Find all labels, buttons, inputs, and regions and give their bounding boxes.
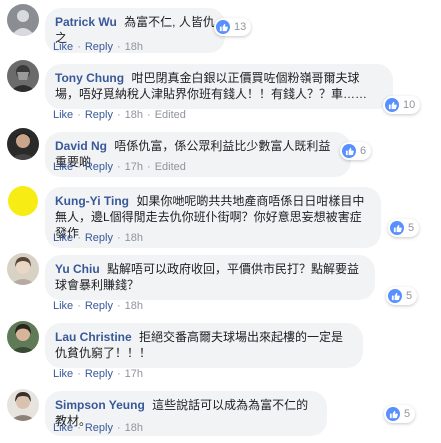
comment-item: David Ng 唔係仇富，係公眾利益比少數富人既利益重要啲 6 Like · Re… (0, 124, 441, 179)
reaction-number: 10 (403, 99, 416, 111)
avatar[interactable] (7, 4, 39, 36)
avatar[interactable] (7, 185, 39, 217)
timestamp[interactable]: 17h (125, 368, 143, 380)
comment-list: Patrick Wu 為富不仁, 人皆仇之 13 Like · Reply · 18h … (0, 0, 441, 443)
separator-dot: · (147, 109, 151, 121)
comment-item: Lau Christine 拒絕交番高爾夫球場出來起樓的一定是仇貧仇窮了！！！ … (0, 315, 441, 383)
separator-dot: · (116, 161, 121, 173)
comment-actions: Like · Reply · 18h (53, 421, 143, 435)
thumbs-up-icon (386, 407, 400, 421)
timestamp[interactable]: 18h (125, 422, 143, 434)
like-button[interactable]: Like (53, 422, 73, 434)
comment-author[interactable]: Patrick Wu (55, 15, 117, 29)
timestamp[interactable]: 18h (125, 41, 143, 53)
separator-dot: · (77, 300, 81, 312)
timestamp[interactable]: 18h (125, 109, 143, 121)
timestamp[interactable]: 18h (125, 300, 143, 312)
separator-dot: · (77, 368, 81, 380)
reply-button[interactable]: Reply (85, 41, 113, 53)
reaction-count[interactable]: 10 (383, 96, 421, 114)
comment-bubble: Lau Christine 拒絕交番高爾夫球場出來起樓的一定是仇貧仇窮了！！！ (45, 323, 363, 368)
comment-actions: Like · Reply · 18h (53, 231, 143, 245)
reaction-number: 5 (406, 290, 413, 302)
reaction-number: 13 (234, 21, 247, 33)
thumbs-up-icon (390, 221, 404, 235)
thumbs-up-icon (388, 289, 402, 303)
edited-label[interactable]: Edited (155, 161, 186, 173)
comment-item: Tony Chung 咁巴閉真金白銀以正價買咗個粉嶺哥爾夫球場，唔好覓納稅人津貼… (0, 56, 441, 124)
separator-dot: · (77, 232, 81, 244)
like-button[interactable]: Like (53, 368, 73, 380)
edited-label[interactable]: Edited (155, 109, 186, 121)
comment-text: 點解唔可以政府收回，平價供市民打？點解要益球會暴利賺錢？ (55, 262, 360, 292)
thumbs-up-icon (216, 20, 230, 34)
timestamp[interactable]: 18h (125, 232, 143, 244)
reaction-number: 6 (360, 145, 367, 157)
comment-actions: Like · Reply · 18h · Edited (53, 108, 186, 122)
reaction-count[interactable]: 5 (384, 405, 416, 423)
separator-dot: · (77, 41, 81, 53)
separator-dot: · (116, 422, 121, 434)
comment-author[interactable]: Kung-Yi Ting (55, 194, 129, 208)
like-button[interactable]: Like (53, 161, 73, 173)
like-button[interactable]: Like (53, 109, 73, 121)
reply-button[interactable]: Reply (85, 109, 113, 121)
comment-author[interactable]: David Ng (55, 139, 107, 153)
like-button[interactable]: Like (53, 232, 73, 244)
thumbs-up-icon (385, 98, 399, 112)
separator-dot: · (116, 300, 121, 312)
reply-button[interactable]: Reply (85, 368, 113, 380)
reply-button[interactable]: Reply (85, 232, 113, 244)
reaction-count[interactable]: 13 (214, 18, 252, 36)
comment-item: Yu Chiu 點解唔可以政府收回，平價供市民打？點解要益球會暴利賺錢？ 5 L… (0, 247, 441, 315)
comment-actions: Like · Reply · 18h (53, 40, 143, 54)
comment-item: Kung-Yi Ting 如果你哋呢啲共共地產商唔係日日咁樣目中無人，邊L個得閒… (0, 179, 441, 248)
separator-dot: · (116, 109, 121, 121)
like-button[interactable]: Like (53, 41, 73, 53)
comment-item: Patrick Wu 為富不仁, 人皆仇之 13 Like · Reply · 18h (0, 0, 441, 56)
comment-author[interactable]: Yu Chiu (55, 262, 100, 276)
separator-dot: · (147, 161, 151, 173)
separator-dot: · (77, 422, 81, 434)
reply-button[interactable]: Reply (85, 422, 113, 434)
comment-author[interactable]: Lau Christine (55, 330, 132, 344)
comment-actions: Like · Reply · 17h · Edited (53, 160, 186, 174)
timestamp[interactable]: 17h (125, 161, 143, 173)
avatar[interactable] (7, 389, 39, 421)
avatar[interactable] (7, 128, 39, 160)
reaction-count[interactable]: 6 (340, 142, 372, 160)
avatar[interactable] (7, 321, 39, 353)
reaction-count[interactable]: 5 (386, 287, 418, 305)
avatar[interactable] (7, 60, 39, 92)
reaction-number: 5 (404, 408, 411, 420)
reaction-number: 5 (408, 222, 415, 234)
comment-author[interactable]: Tony Chung (55, 71, 124, 85)
separator-dot: · (116, 41, 121, 53)
thumbs-up-icon (342, 144, 356, 158)
separator-dot: · (77, 161, 81, 173)
like-button[interactable]: Like (53, 300, 73, 312)
separator-dot: · (116, 368, 121, 380)
comment-item: Simpson Yeung 這些說話可以成為為富不仁的教材。 5 Like · Re… (0, 383, 441, 443)
comment-actions: Like · Reply · 18h (53, 299, 143, 313)
comment-actions: Like · Reply · 17h (53, 367, 143, 381)
reply-button[interactable]: Reply (85, 300, 113, 312)
comment-author[interactable]: Simpson Yeung (55, 398, 145, 412)
separator-dot: · (116, 232, 121, 244)
reaction-count[interactable]: 5 (388, 219, 420, 237)
reply-button[interactable]: Reply (85, 161, 113, 173)
avatar[interactable] (7, 253, 39, 285)
separator-dot: · (77, 109, 81, 121)
comment-bubble: Yu Chiu 點解唔可以政府收回，平價供市民打？點解要益球會暴利賺錢？ (45, 255, 375, 300)
comment-bubble: Tony Chung 咁巴閉真金白銀以正價買咗個粉嶺哥爾夫球場，唔好覓納稅人津貼… (45, 64, 393, 109)
